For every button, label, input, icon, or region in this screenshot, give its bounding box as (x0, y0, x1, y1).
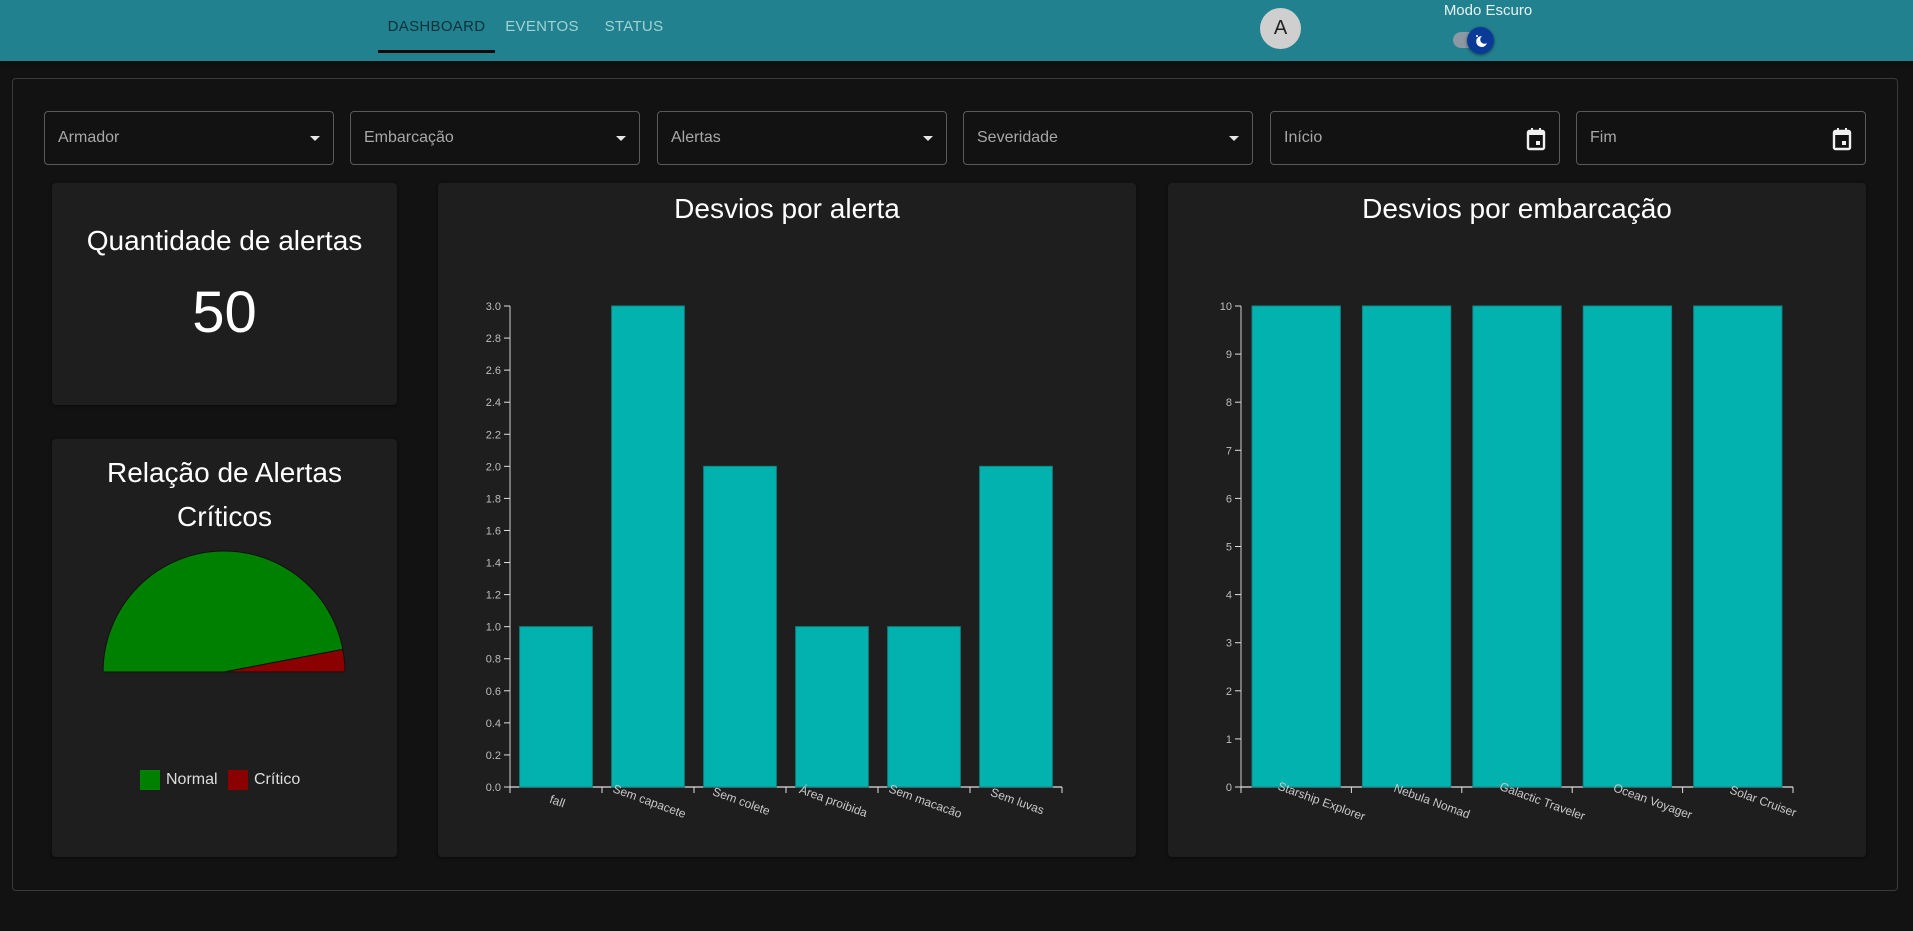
x-tick-label: Sem colete (711, 784, 773, 818)
bar-galactic-traveler[interactable] (1472, 305, 1562, 788)
y-tick-label: 9 (1226, 349, 1232, 361)
y-tick-label: 1.0 (486, 622, 501, 634)
y-tick-label: 2.2 (486, 429, 501, 441)
y-tick-label: 2 (1226, 686, 1232, 698)
bar--rea-proibida[interactable] (795, 626, 869, 788)
semicircle-slice-normal (102, 550, 344, 673)
tab-status[interactable]: STATUS (600, 0, 668, 53)
bar-sem-capacete[interactable] (611, 305, 685, 788)
legend-label-normal: Normal (166, 771, 218, 788)
y-tick-label: 1.6 (486, 525, 501, 537)
y-tick-label: 8 (1226, 397, 1232, 409)
y-tick-label: 7 (1226, 445, 1232, 457)
y-tick-label: 0.8 (486, 654, 501, 666)
y-tick-label: 0 (1226, 782, 1232, 794)
calendar-icon[interactable] (1525, 127, 1547, 151)
user-avatar[interactable]: A (1260, 8, 1301, 49)
filter-alertas[interactable]: Alertas (657, 111, 947, 165)
filter-label: Alertas (671, 129, 721, 146)
caret-down-icon (616, 136, 626, 141)
legend-label-critico: Crítico (254, 771, 301, 788)
bar-sem-colete[interactable] (703, 465, 777, 788)
x-tick-label: fall (548, 792, 567, 810)
y-tick-label: 1.8 (486, 493, 501, 505)
y-tick-label: 10 (1220, 301, 1232, 313)
filter-label: Severidade (977, 129, 1058, 146)
toggle-thumb[interactable] (1467, 27, 1494, 54)
legend-swatch-normal (140, 770, 160, 790)
critical-semicircle-chart (102, 550, 346, 673)
y-tick-label: 2.8 (486, 333, 501, 345)
y-tick-label: 1 (1226, 734, 1232, 746)
y-tick-label: 0.2 (486, 750, 501, 762)
y-tick-label: 0.6 (486, 686, 501, 698)
y-tick-label: 1.4 (486, 558, 501, 570)
moon-icon (1475, 34, 1487, 47)
dark-mode-toggle[interactable] (1451, 27, 1503, 54)
dark-mode-label: Modo Escuro (1443, 2, 1533, 19)
filter-label: Início (1284, 129, 1323, 146)
y-tick-label: 4 (1226, 590, 1232, 602)
filter-fim-date[interactable]: Fim (1576, 111, 1866, 165)
bar-chart-vessels: 012345678910Starship Explorer Nebula Noma… (1220, 301, 1799, 824)
y-tick-label: 3 (1226, 638, 1232, 650)
y-tick-label: 5 (1226, 542, 1232, 554)
bar-solar-cruiser[interactable] (1693, 305, 1783, 788)
bar-fall[interactable] (519, 626, 593, 788)
x-tick-label: Sem luvas (989, 785, 1046, 817)
bar-chart-alerts: 0.0 0.2 0.4 0.6 0.8 1.0 1.2 1.4 1.6 1.8 2.0 2.2 2.4 2… (486, 301, 1063, 821)
bar-nebula-nomad[interactable] (1361, 305, 1452, 788)
bar-ocean-voyager[interactable] (1582, 305, 1673, 788)
calendar-icon[interactable] (1831, 127, 1853, 151)
y-tick-label: 6 (1226, 493, 1232, 505)
y-tick-label: 3.0 (486, 301, 501, 313)
caret-down-icon (1229, 136, 1239, 141)
y-tick-label: 0.0 (486, 782, 501, 794)
y-tick-label: 2.6 (486, 365, 501, 377)
caret-down-icon (923, 136, 933, 141)
legend-item-normal: Normal (140, 770, 218, 790)
filter-label: Fim (1590, 129, 1617, 146)
bar-sem-macac-o[interactable] (887, 626, 961, 788)
bar-starship-explorer[interactable] (1251, 305, 1341, 788)
y-tick-label: 2.4 (486, 397, 501, 409)
filter-inicio-date[interactable]: Início (1270, 111, 1560, 165)
legend-swatch-critico (228, 770, 248, 790)
y-tick-label: 0.4 (486, 718, 501, 730)
y-tick-label: 2.0 (486, 461, 501, 473)
tab-eventos[interactable]: EVENTOS (505, 0, 579, 53)
legend-item-critico: Crítico (228, 770, 300, 790)
filter-severidade[interactable]: Severidade (963, 111, 1253, 165)
x-tick-label: Solar Cruiser (1728, 783, 1799, 820)
y-tick-label: 1.2 (486, 590, 501, 602)
bar-sem-luvas[interactable] (979, 465, 1053, 788)
